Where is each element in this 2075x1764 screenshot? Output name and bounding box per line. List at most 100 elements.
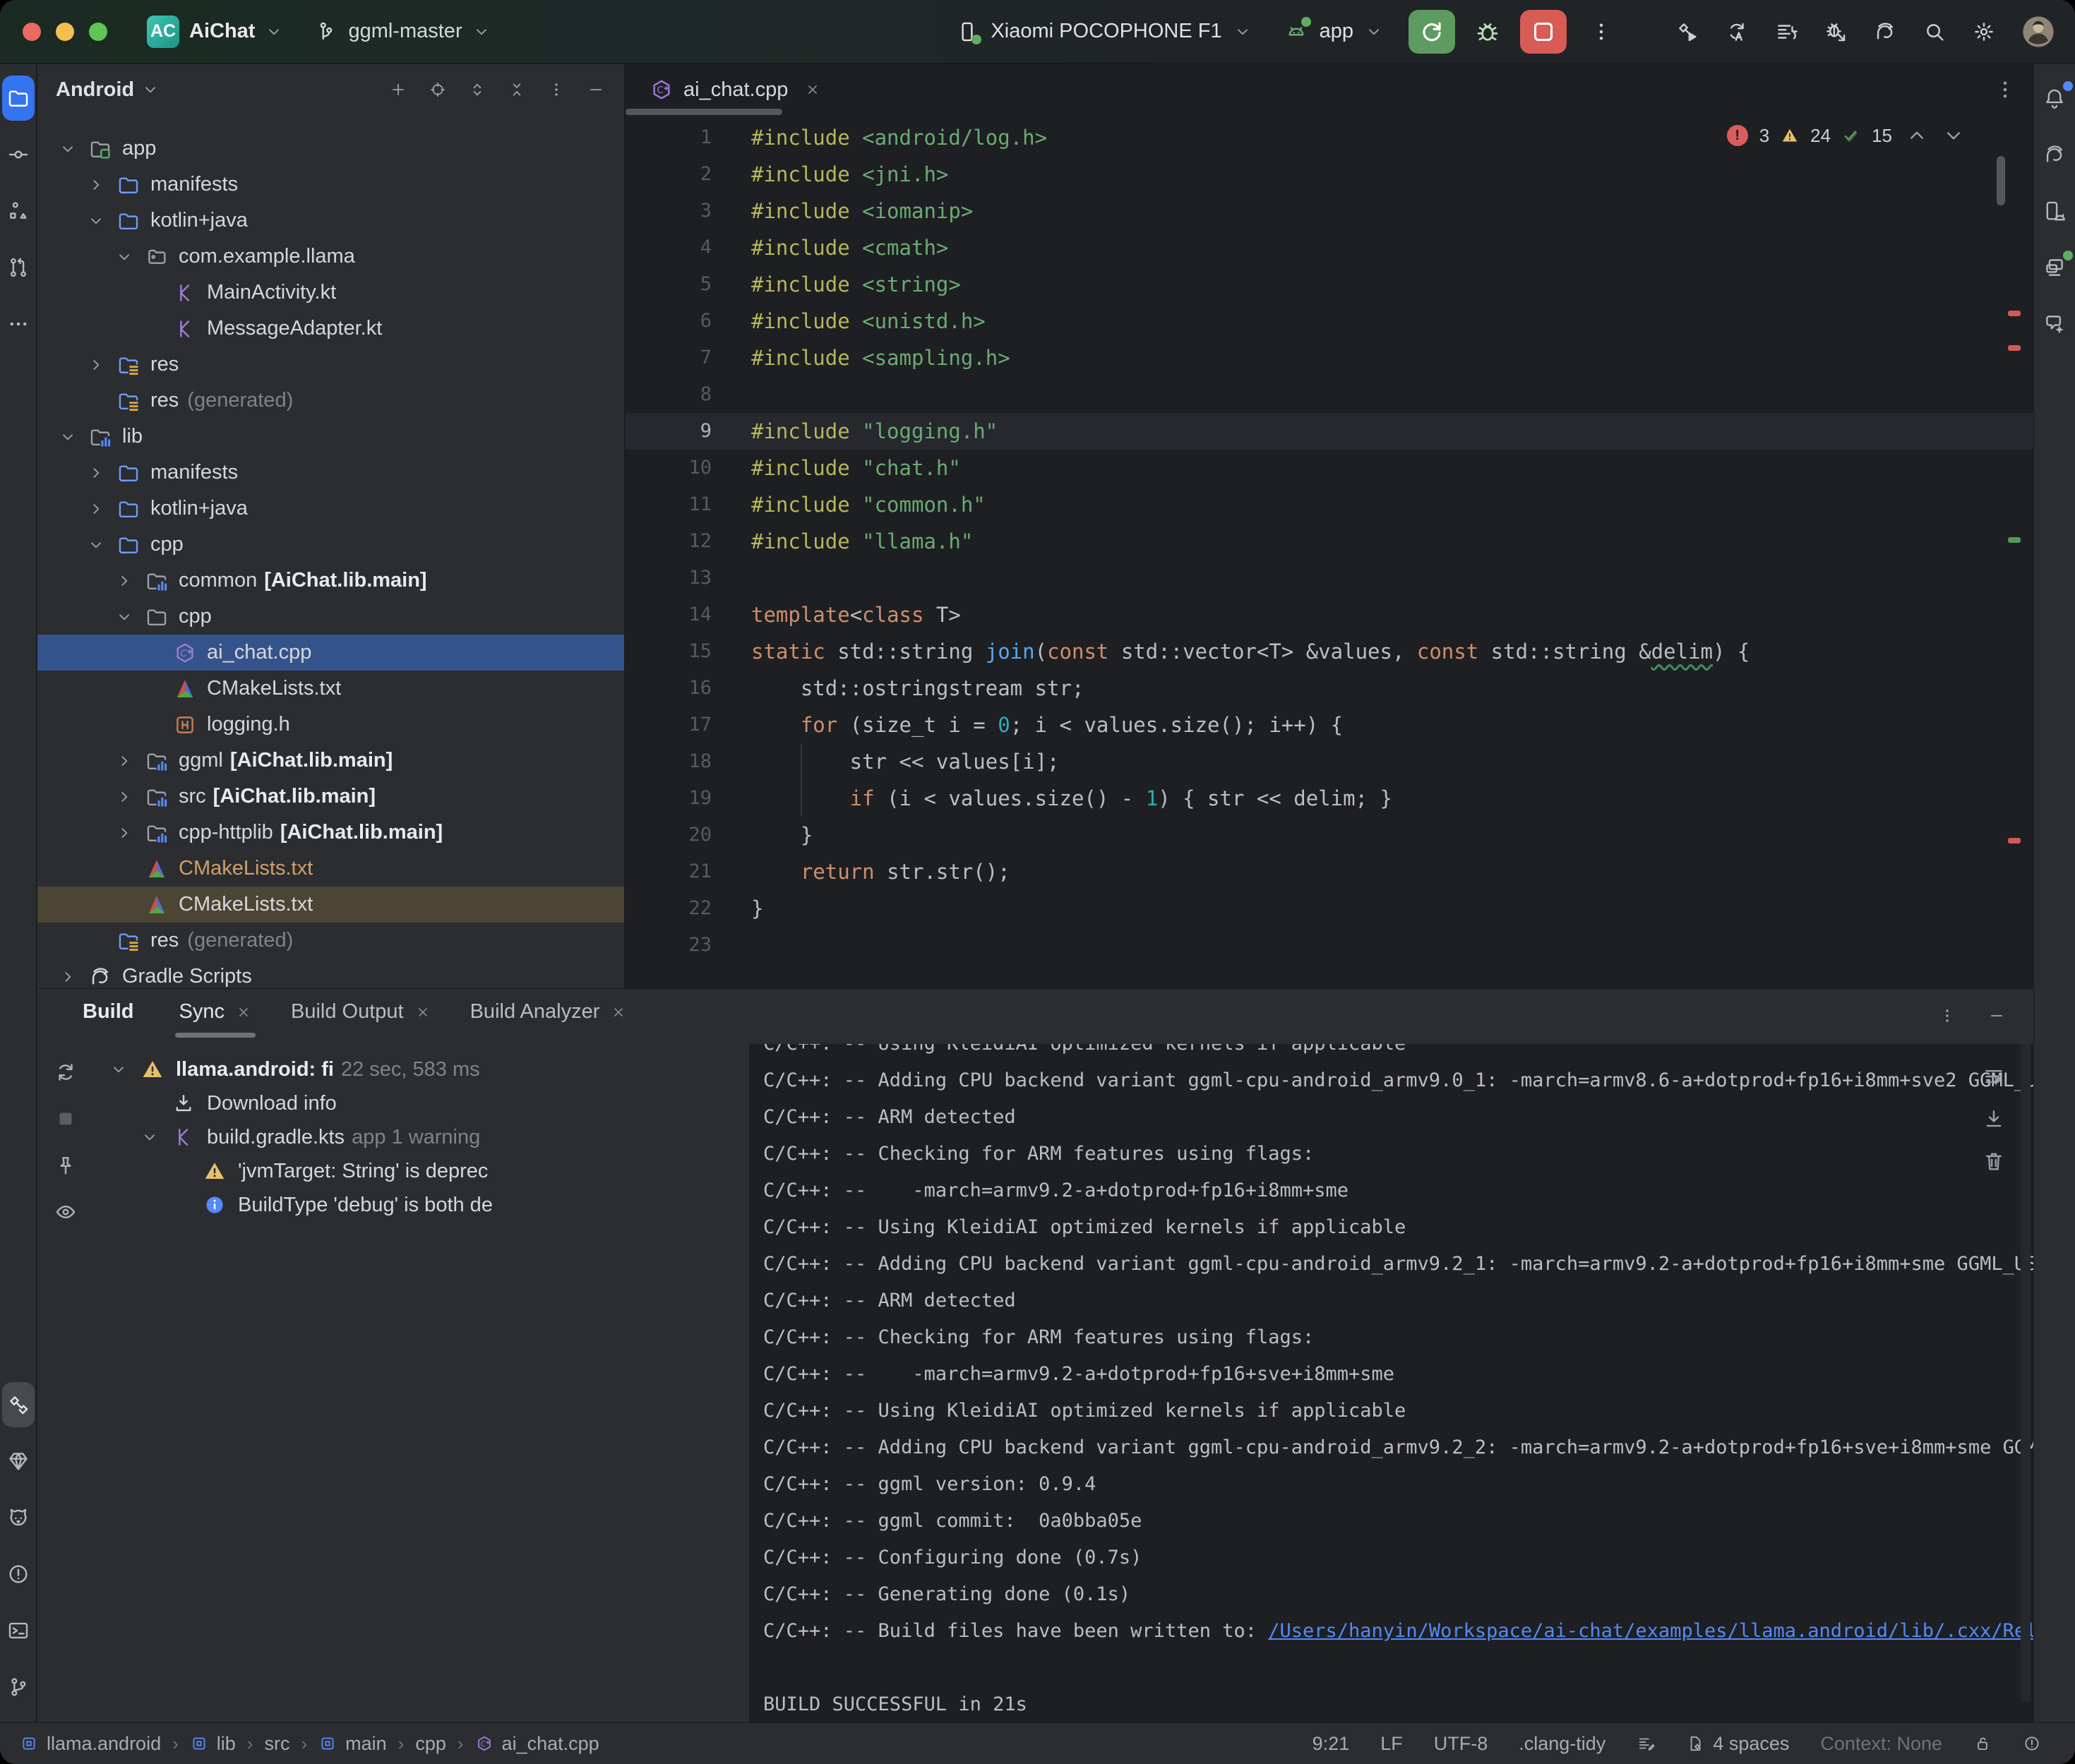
chevron-down-icon[interactable] xyxy=(85,536,116,554)
tree-item-kotlin-java[interactable]: kotlin+java xyxy=(37,491,624,527)
settings-button[interactable] xyxy=(1962,12,2006,52)
expand-all-button[interactable] xyxy=(459,73,496,107)
close-tab-icon[interactable] xyxy=(236,1004,251,1020)
vertical-scrollbar[interactable] xyxy=(1997,156,2005,205)
build-restart-button[interactable] xyxy=(47,1054,84,1091)
status-formatter[interactable] xyxy=(1637,1734,1655,1753)
chevron-right-icon[interactable] xyxy=(85,176,116,194)
status-4-spaces[interactable]: 4 spaces xyxy=(1686,1733,1789,1755)
close-tab-icon[interactable] xyxy=(415,1004,431,1020)
tool-problems-button[interactable] xyxy=(2,1552,35,1597)
tree-item-logging-h[interactable]: logging.h xyxy=(37,707,624,743)
run-options-button[interactable] xyxy=(1579,12,1623,52)
close-window-button[interactable] xyxy=(23,23,41,41)
chevron-right-icon[interactable] xyxy=(114,788,145,806)
run-config-selector[interactable]: app xyxy=(1272,20,1396,44)
running-devices-button[interactable] xyxy=(2032,245,2075,290)
tree-item-cpp-httplib[interactable]: cpp-httplib[AiChat.lib.main] xyxy=(37,815,624,851)
tree-item-gradle-scripts[interactable]: Gradle Scripts xyxy=(37,959,624,988)
tree-item-cpp[interactable]: cpp xyxy=(37,599,624,635)
build-tree-item-jvmtarget-string-is-deprec[interactable]: 'jvmTarget: String' is deprec xyxy=(94,1154,749,1188)
vcs-stripe-mark[interactable] xyxy=(2008,537,2021,543)
tool-commit-button[interactable] xyxy=(2,132,35,177)
scroll-end-button[interactable] xyxy=(1978,1103,2009,1134)
tree-item-common[interactable]: common[AiChat.lib.main] xyxy=(37,563,624,599)
notifications-button[interactable] xyxy=(2032,76,2075,121)
chevron-right-icon[interactable] xyxy=(114,824,145,842)
options-button[interactable] xyxy=(538,73,575,107)
tree-item-ai-chat-cpp[interactable]: Cai_chat.cpp xyxy=(37,635,624,671)
add-button[interactable] xyxy=(380,73,417,107)
status-unlock[interactable] xyxy=(1973,1734,1992,1753)
build-options-button[interactable] xyxy=(1932,1000,1963,1031)
tree-item-res[interactable]: res xyxy=(37,347,624,383)
device-selector[interactable]: Xiaomi POCOPHONE F1 xyxy=(943,20,1264,44)
tool-version-control-button[interactable] xyxy=(2,1664,35,1710)
tree-item-manifests[interactable]: manifests xyxy=(37,455,624,491)
tree-item-messageadapter-kt[interactable]: MessageAdapter.kt xyxy=(37,311,624,347)
project-view-selector[interactable]: Android xyxy=(56,78,134,102)
hide-panel-button[interactable] xyxy=(578,73,614,107)
tree-item-lib[interactable]: lib xyxy=(37,419,624,455)
avatar[interactable] xyxy=(2020,13,2057,50)
tree-item-manifests[interactable]: manifests xyxy=(37,167,624,203)
tree-item-res[interactable]: res(generated) xyxy=(37,383,624,419)
chevron-down-icon[interactable] xyxy=(139,1128,172,1146)
build-pin-button[interactable] xyxy=(47,1147,84,1184)
breadcrumb-cpp[interactable]: cpp xyxy=(415,1733,446,1755)
build-hide-button[interactable] xyxy=(1981,1000,2012,1031)
console-scrollbar[interactable] xyxy=(2021,1044,2031,1701)
status-context-none[interactable]: Context: None xyxy=(1820,1733,1942,1755)
breadcrumb-llama-android[interactable]: llama.android xyxy=(20,1733,161,1755)
tree-item-cpp[interactable]: cpp xyxy=(37,527,624,563)
branch-selector[interactable]: ggml-master xyxy=(299,10,506,54)
horizontal-scrollbar[interactable] xyxy=(626,109,782,115)
build-filter-button[interactable] xyxy=(47,1194,84,1230)
build-tree-item-build-gradle-kts[interactable]: build.gradle.ktsapp 1 warning xyxy=(94,1120,749,1154)
debug-app-button[interactable] xyxy=(1468,12,1507,52)
console-link[interactable]: /Users/hanyin/Workspace/ai-chat/examples… xyxy=(1268,1620,2033,1642)
build-tab-build-output[interactable]: Build Output xyxy=(291,1000,431,1038)
error-stripe-mark[interactable] xyxy=(2008,345,2021,351)
chevron-right-icon[interactable] xyxy=(114,572,145,590)
status-9-21[interactable]: 9:21 xyxy=(1312,1733,1350,1755)
soft-wrap-button[interactable] xyxy=(1978,1061,2009,1092)
status-utf-8[interactable]: UTF-8 xyxy=(1434,1733,1488,1755)
breadcrumb-src[interactable]: src xyxy=(264,1733,289,1755)
zoom-window-button[interactable] xyxy=(89,23,107,41)
tool-terminal-button[interactable] xyxy=(2,1608,35,1653)
project-selector[interactable]: AC AiChat xyxy=(131,10,299,54)
chevron-right-icon[interactable] xyxy=(85,356,116,374)
close-tab-icon[interactable] xyxy=(805,82,820,97)
gradle-sync-button[interactable] xyxy=(1863,12,1907,52)
tool-more-button[interactable] xyxy=(2,301,35,347)
editor-options-button[interactable] xyxy=(1991,76,2019,104)
build-stop-button[interactable] xyxy=(47,1100,84,1137)
tree-item-kotlin-java[interactable]: kotlin+java xyxy=(37,203,624,239)
chevron-right-icon[interactable] xyxy=(85,464,116,482)
build-tab-build-analyzer[interactable]: Build Analyzer xyxy=(470,1000,627,1038)
chevron-down-icon[interactable] xyxy=(57,428,88,446)
device-manager-button[interactable] xyxy=(2032,188,2075,234)
build-console[interactable]: C/C++: -- Using KleidiAI optimized kerne… xyxy=(749,1044,2033,1722)
stop-app-button[interactable] xyxy=(1520,10,1567,54)
chevron-down-icon[interactable] xyxy=(108,1060,140,1079)
tool-structure-button[interactable] xyxy=(2,188,35,234)
gradle-panel-button[interactable] xyxy=(2032,132,2075,177)
error-stripe-mark[interactable] xyxy=(2008,311,2021,316)
breadcrumb-lib[interactable]: lib xyxy=(190,1733,236,1755)
tool-pull-requests-button[interactable] xyxy=(2,245,35,290)
build-panel-title[interactable]: Build xyxy=(83,1000,134,1024)
tree-item-src[interactable]: src[AiChat.lib.main] xyxy=(37,779,624,815)
code-area[interactable]: 1#include <android/log.h>2#include <jni.… xyxy=(626,119,2033,964)
error-stripe-mark[interactable] xyxy=(2008,838,2021,844)
rerun-app-button[interactable] xyxy=(1409,10,1455,54)
tree-item-cmakelists-txt[interactable]: CMakeLists.txt xyxy=(37,671,624,707)
tree-item-res[interactable]: res(generated) xyxy=(37,923,624,959)
chevron-right-icon[interactable] xyxy=(114,752,145,770)
chevron-down-icon[interactable] xyxy=(114,248,145,266)
tree-item-cmakelists-txt[interactable]: CMakeLists.txt xyxy=(37,887,624,923)
apply-code-changes-button[interactable] xyxy=(1764,12,1808,52)
tree-item-cmakelists-txt[interactable]: CMakeLists.txt xyxy=(37,851,624,887)
build-project-button[interactable] xyxy=(1666,12,1709,52)
